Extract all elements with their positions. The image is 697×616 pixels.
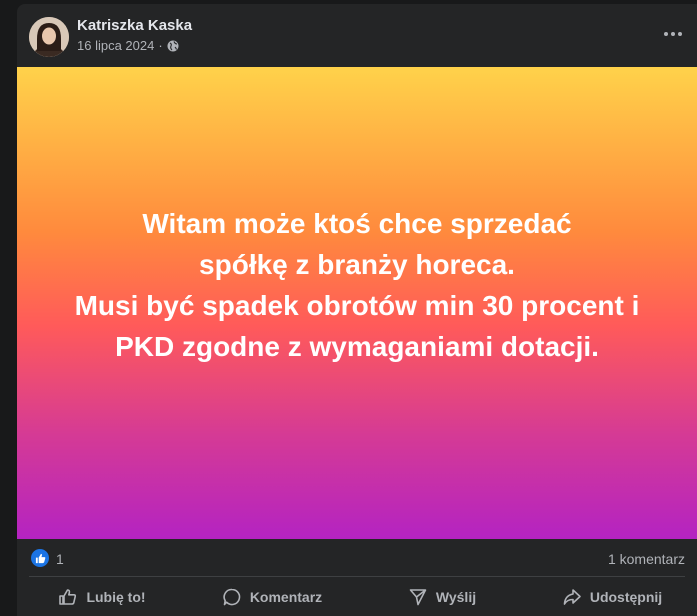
thumbs-up-icon bbox=[59, 589, 77, 605]
comment-button[interactable]: Komentarz bbox=[187, 578, 357, 616]
send-button[interactable]: Wyślij bbox=[357, 578, 527, 616]
share-button[interactable]: Udostępnij bbox=[527, 578, 697, 616]
thumbs-up-icon[interactable] bbox=[31, 549, 49, 567]
globe-icon[interactable] bbox=[167, 40, 179, 52]
more-dot bbox=[671, 32, 675, 36]
post-meta: 16 lipca 2024 · bbox=[77, 38, 179, 53]
post-stats: 1 1 komentarz bbox=[17, 545, 697, 571]
post-header: Katriszka Kaska 16 lipca 2024 · bbox=[17, 4, 697, 67]
share-arrow-icon bbox=[563, 589, 581, 605]
post-text-line: spółkę z branży horeca. bbox=[199, 249, 515, 280]
like-button[interactable]: Lubię to! bbox=[17, 578, 187, 616]
more-options-icon[interactable] bbox=[661, 22, 685, 46]
more-dot bbox=[678, 32, 682, 36]
like-count[interactable]: 1 bbox=[56, 551, 64, 567]
post-card: Katriszka Kaska 16 lipca 2024 · Witam mo… bbox=[17, 4, 697, 616]
author-avatar[interactable] bbox=[29, 17, 69, 57]
share-button-label: Udostępnij bbox=[589, 589, 663, 605]
actions-divider bbox=[29, 576, 685, 577]
post-date[interactable]: 16 lipca 2024 bbox=[77, 38, 154, 53]
post-text-line: Witam może ktoś chce sprzedać bbox=[142, 208, 572, 239]
post-text: Witam może ktoś chce sprzedać spółkę z b… bbox=[37, 203, 677, 367]
post-actions: Lubię to! Komentarz Wyślij Udostępnij bbox=[17, 578, 697, 616]
post-background[interactable]: Witam może ktoś chce sprzedać spółkę z b… bbox=[17, 67, 697, 539]
post-text-line: PKD zgodne z wymaganiami dotacji. bbox=[115, 331, 599, 362]
comment-button-label: Komentarz bbox=[249, 589, 323, 605]
speech-bubble-icon bbox=[223, 588, 241, 606]
send-icon bbox=[409, 589, 427, 606]
meta-separator: · bbox=[158, 38, 163, 53]
comment-count[interactable]: 1 komentarz bbox=[608, 551, 685, 567]
like-button-label: Lubię to! bbox=[86, 589, 146, 605]
send-button-label: Wyślij bbox=[435, 589, 477, 605]
more-dot bbox=[664, 32, 668, 36]
post-text-line: Musi być spadek obrotów min 30 procent i bbox=[74, 290, 640, 321]
author-name[interactable]: Katriszka Kaska bbox=[77, 17, 192, 34]
